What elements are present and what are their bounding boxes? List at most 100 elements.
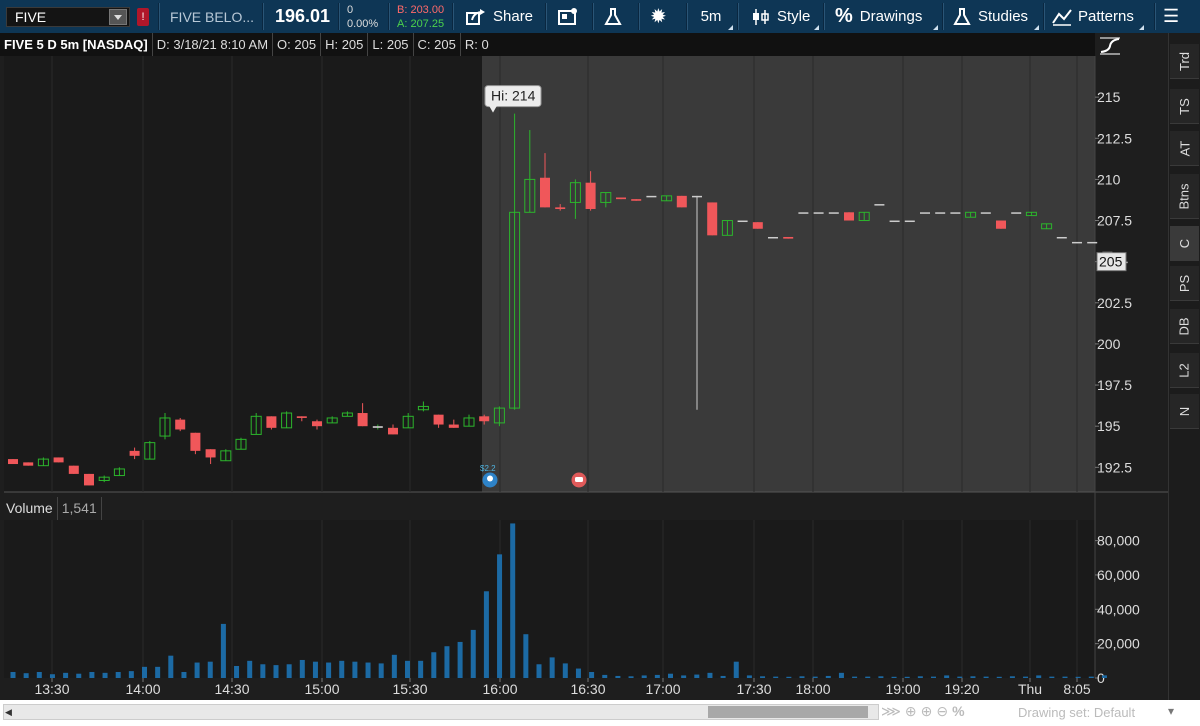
volume-bar bbox=[155, 666, 161, 678]
bar-open: O: 205 bbox=[273, 33, 322, 56]
volume-bar bbox=[1049, 676, 1055, 678]
candle bbox=[920, 212, 930, 214]
percent-zoom-icon[interactable]: % bbox=[952, 703, 968, 719]
chart-style-toggle[interactable] bbox=[1097, 35, 1123, 57]
flexible-grid-button[interactable] bbox=[557, 0, 579, 33]
volume-bar bbox=[825, 675, 831, 678]
patterns-button[interactable]: Patterns bbox=[1043, 0, 1147, 33]
time-tick-label: 8:05 bbox=[1063, 681, 1090, 697]
flask-icon bbox=[953, 7, 971, 25]
zoom-out-icon[interactable]: ⊖ bbox=[936, 703, 952, 719]
volume-bar bbox=[681, 675, 687, 678]
pan-icon[interactable]: ⋙ bbox=[881, 703, 905, 719]
phone-icon bbox=[575, 477, 583, 482]
symbol-dropdown-button[interactable] bbox=[109, 9, 127, 25]
candle bbox=[129, 450, 140, 456]
volume-bar bbox=[89, 671, 95, 678]
horizontal-scrollbar[interactable]: ◀ bbox=[3, 704, 879, 720]
volume-bar bbox=[562, 663, 568, 678]
volume-bar bbox=[1101, 675, 1107, 678]
volume-tick-label: 20,000 bbox=[1097, 636, 1140, 652]
beaker-icon bbox=[604, 7, 622, 25]
volume-bar bbox=[812, 676, 818, 678]
zoom-in-icon[interactable]: ⊕ bbox=[921, 703, 937, 719]
side-tab-l2[interactable]: L2 bbox=[1170, 353, 1199, 388]
crosshair-icon[interactable]: ⊕ bbox=[905, 703, 921, 719]
candle bbox=[616, 197, 626, 200]
bar-high: H: 205 bbox=[321, 33, 369, 56]
volume-pane bbox=[4, 520, 1095, 678]
time-tick-label: 14:00 bbox=[125, 681, 160, 697]
volume-bar bbox=[575, 668, 581, 678]
volume-bar bbox=[983, 676, 989, 678]
volume-bar bbox=[273, 665, 279, 678]
drawing-set-dropdown-icon[interactable]: ▾ bbox=[1168, 704, 1174, 718]
volume-bar bbox=[523, 634, 529, 678]
symbol-value: FIVE bbox=[15, 9, 47, 25]
side-tab-ps[interactable]: PS bbox=[1170, 266, 1199, 301]
price-volume-chart[interactable]: 192.5 195 197.5 200 202.5 205 207.5 210 212.5 215… bbox=[0, 33, 1168, 700]
side-tab-at[interactable]: AT bbox=[1170, 131, 1199, 166]
volume-bar bbox=[760, 676, 766, 678]
volume-bar bbox=[339, 660, 345, 678]
symbol-input[interactable]: FIVE bbox=[6, 7, 130, 27]
price-tick-label: 202.5 bbox=[1097, 295, 1132, 311]
volume-bar bbox=[536, 664, 542, 678]
candlestick-icon bbox=[753, 8, 769, 25]
percent-icon: % bbox=[835, 5, 853, 27]
volume-bar bbox=[1009, 676, 1015, 678]
studies-button[interactable]: Studies bbox=[942, 0, 1042, 33]
volume-bar bbox=[286, 664, 292, 678]
alert-flag-icon[interactable]: ! bbox=[137, 8, 149, 26]
interval-button[interactable]: 5m bbox=[686, 0, 736, 33]
volume-bar bbox=[746, 675, 752, 678]
side-tab-db[interactable]: DB bbox=[1170, 309, 1199, 344]
scroll-left-arrow[interactable]: ◀ bbox=[5, 707, 12, 718]
time-tick-label: 15:00 bbox=[304, 681, 339, 697]
time-tick-label: Thu bbox=[1018, 681, 1042, 697]
price-tick-label: 200 bbox=[1097, 336, 1121, 352]
volume-bar bbox=[615, 675, 621, 678]
time-tick-label: 19:00 bbox=[885, 681, 920, 697]
drawing-set-label[interactable]: Drawing set: Default bbox=[1018, 705, 1135, 720]
candle bbox=[1011, 212, 1022, 214]
side-tab-ts[interactable]: TS bbox=[1170, 89, 1199, 124]
drawings-button[interactable]: % Drawings bbox=[823, 0, 941, 33]
chart-area[interactable]: 192.5 195 197.5 200 202.5 205 207.5 210 212.5 215… bbox=[0, 33, 1168, 700]
volume-bar bbox=[220, 623, 226, 678]
candle bbox=[448, 424, 459, 428]
share-button[interactable]: Share bbox=[465, 0, 533, 33]
beaker-button[interactable] bbox=[603, 0, 623, 33]
volume-tick-label: 40,000 bbox=[1097, 601, 1140, 617]
candle bbox=[935, 212, 946, 214]
candle bbox=[631, 199, 642, 201]
volume-tick-label: 60,000 bbox=[1097, 567, 1140, 583]
scrollbar-thumb[interactable] bbox=[708, 706, 868, 718]
volume-value: 1,541 bbox=[58, 497, 102, 520]
volume-bar bbox=[115, 671, 121, 678]
volume-bar bbox=[707, 672, 713, 678]
candle bbox=[540, 177, 550, 208]
volume-bar bbox=[668, 673, 673, 678]
volume-bar bbox=[917, 676, 923, 678]
volume-bar bbox=[773, 676, 779, 678]
style-button[interactable]: Style bbox=[737, 0, 822, 33]
volume-bar bbox=[418, 660, 424, 678]
drawings-label: Drawings bbox=[859, 8, 923, 25]
side-tab-trd[interactable]: Trd bbox=[1170, 44, 1199, 79]
price-tick-label: 197.5 bbox=[1097, 377, 1132, 393]
volume-bar bbox=[365, 662, 371, 678]
settings-button[interactable]: ✹ bbox=[650, 0, 667, 33]
volume-bar bbox=[589, 671, 595, 678]
volume-bar bbox=[63, 672, 69, 678]
side-tab-c[interactable]: C bbox=[1170, 226, 1199, 261]
candle bbox=[190, 432, 201, 451]
price-tick-label: 212.5 bbox=[1097, 130, 1132, 146]
volume-bar bbox=[865, 676, 871, 678]
candle bbox=[1087, 241, 1098, 244]
side-tab-btns[interactable]: Btns bbox=[1170, 174, 1199, 219]
menu-button[interactable]: ☰ bbox=[1163, 0, 1179, 33]
volume-bar bbox=[457, 641, 463, 678]
side-tab-n[interactable]: N bbox=[1170, 394, 1199, 429]
top-toolbar: FIVE ! FIVE BELO... 196.01 0 0.00% B: 20… bbox=[0, 0, 1200, 34]
